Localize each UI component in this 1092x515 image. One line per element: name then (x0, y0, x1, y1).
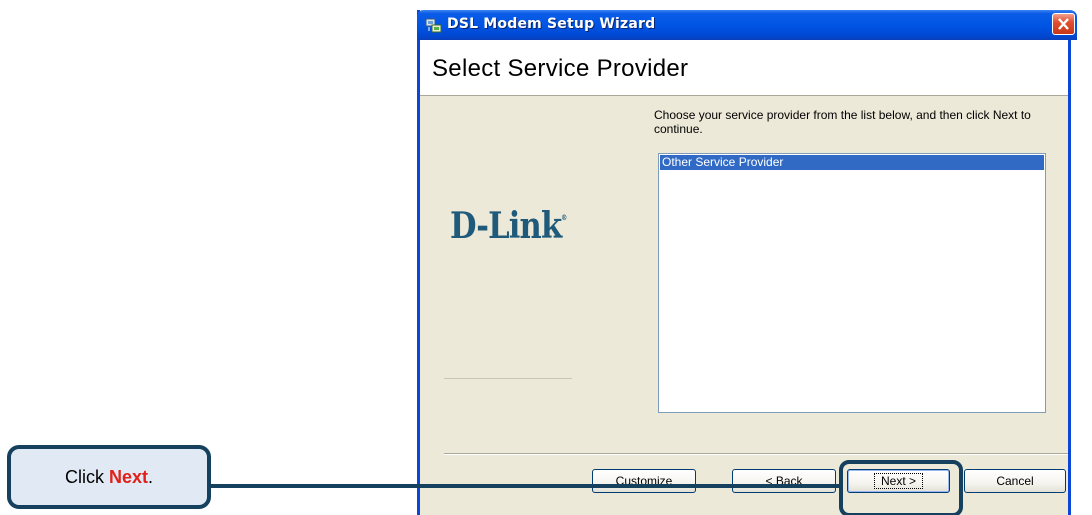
wizard-window: DSL Modem Setup Wizard Select Service Pr… (417, 10, 1077, 515)
button-separator (444, 453, 1068, 455)
wizard-header: Select Service Provider (420, 40, 1068, 96)
callout-suffix: . (148, 467, 154, 487)
instruction-callout: Click Next. (7, 445, 211, 509)
cancel-button[interactable]: Cancel (964, 469, 1066, 493)
instruction-text: Choose your service provider from the li… (654, 108, 1031, 136)
logo-registered-mark: ® (561, 213, 567, 222)
title-bar[interactable]: DSL Modem Setup Wizard (417, 10, 1077, 40)
dlink-logo: D-Link® (450, 205, 567, 247)
customize-button[interactable]: Customize (592, 469, 696, 493)
callout-text: Click Next. (11, 467, 207, 488)
next-button-highlight (839, 460, 963, 515)
window-title: DSL Modem Setup Wizard (447, 16, 656, 32)
logo-text: D-Link (450, 205, 562, 247)
close-button[interactable] (1052, 13, 1075, 35)
callout-prefix: Click (64, 467, 109, 487)
callout-connector (211, 484, 841, 488)
logo-divider (444, 378, 572, 379)
service-provider-list[interactable]: Other Service Provider (658, 153, 1046, 413)
page-title: Select Service Provider (432, 55, 689, 82)
close-icon (1058, 18, 1069, 30)
callout-emphasis: Next (108, 467, 148, 487)
list-item[interactable]: Other Service Provider (660, 155, 1044, 170)
network-setup-icon (425, 18, 442, 33)
back-button[interactable]: < Back (732, 469, 836, 493)
